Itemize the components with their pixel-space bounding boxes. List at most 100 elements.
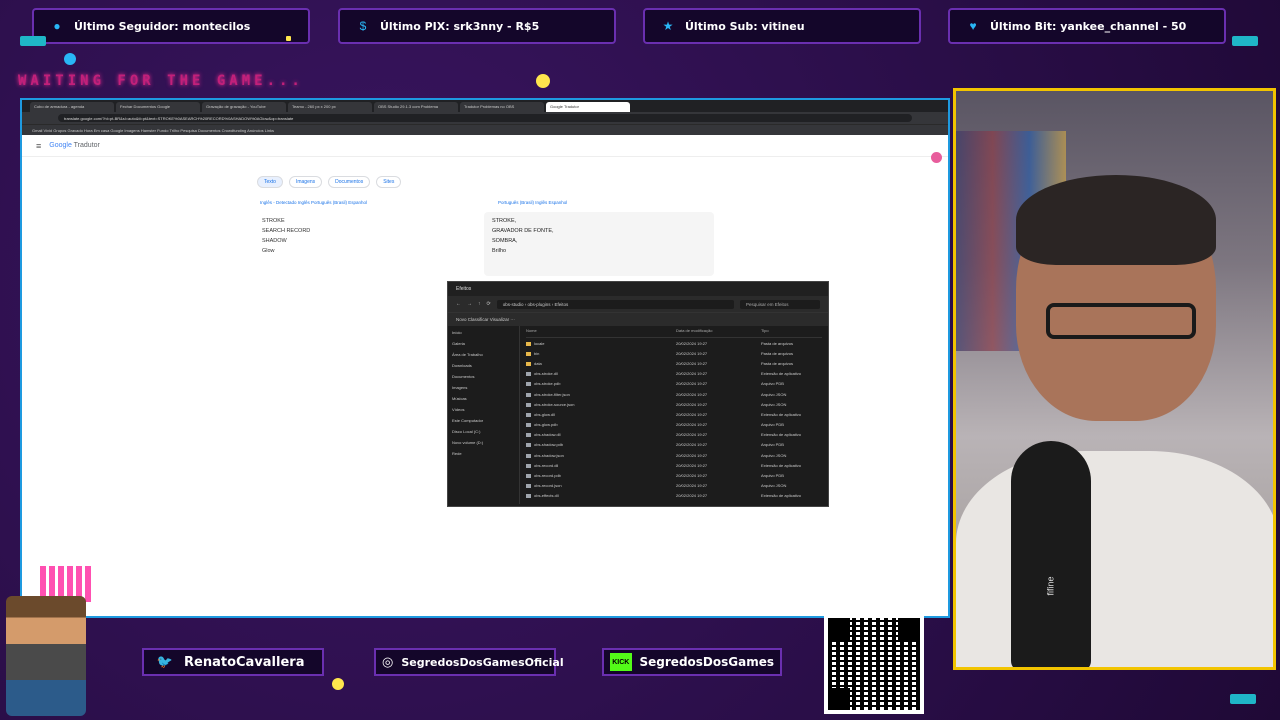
file-row[interactable]: obs-stroke-filter.json 20/02/2024 19:27 Ar… (526, 389, 822, 399)
sidebar-item[interactable]: Novo volume (D:) (452, 440, 515, 451)
file-date: 20/02/2024 19:27 (676, 483, 708, 489)
last-pix-text: Último PIX: srk3nny - R$5 (380, 19, 540, 33)
google-translate-logo[interactable]: Google Tradutor (49, 142, 100, 149)
kick-card: KICK SegredosDosGames (602, 648, 782, 676)
decor-button (1230, 694, 1256, 704)
back-arrow-icon[interactable]: ← (456, 301, 461, 307)
decor-button (20, 36, 46, 46)
file-name: obs-stroke.dll (526, 371, 676, 377)
decor-dot (286, 36, 291, 41)
file-row[interactable]: obs-record.dll 20/02/2024 19:27 Extensão d… (526, 460, 822, 470)
file-date: 20/02/2024 19:27 (676, 411, 708, 417)
column-name[interactable]: Nome (526, 328, 676, 337)
file-type: Extensão de aplicativo (761, 371, 802, 377)
decor-dot (64, 53, 76, 65)
pixel-character-avatar (6, 596, 86, 716)
file-name: obs-shadow.pdb (526, 442, 676, 448)
source-line: SHADOW (262, 238, 287, 244)
explorer-path[interactable]: obs-studio › obs-plugins › Efeitos (496, 299, 734, 309)
browser-tab[interactable]: Teamo - 260 px x 200 px (288, 102, 372, 112)
sidebar-item[interactable]: Imagens (452, 385, 515, 396)
file-row[interactable]: obs-shadow.json 20/02/2024 19:27 Arquivo J… (526, 450, 822, 460)
browser-tab[interactable]: Cobo de armadura - agenda (30, 102, 114, 112)
file-row[interactable]: obs-record.json 20/02/2024 19:27 Arquivo J… (526, 481, 822, 491)
file-name: obs-record.dll (526, 463, 676, 468)
heart-icon: ♥ (969, 19, 977, 33)
explorer-search-input[interactable]: Pesquisar em Efeitos (740, 299, 820, 309)
mode-text[interactable]: Texto (257, 176, 283, 188)
target-line: Brilho (492, 248, 507, 254)
file-row[interactable]: bin 20/02/2024 19:27 Pasta de arquivos (526, 348, 822, 358)
last-sub-text: Último Sub: vitineu (685, 19, 805, 33)
column-type[interactable]: Tipo (761, 328, 769, 337)
bookmarks-bar[interactable]: Gmail Vivid Grupos Gravado Hora Em casa … (22, 124, 948, 135)
explorer-title: Efeitos (448, 282, 828, 296)
forward-arrow-icon[interactable]: → (467, 301, 472, 307)
file-type: Extensão de aplicativo (761, 411, 802, 417)
qr-code[interactable] (824, 614, 924, 714)
file-row[interactable]: obs-stroke.pdb 20/02/2024 19:27 Arquivo PD… (526, 379, 822, 389)
browser-tab-active[interactable]: Google Tradutor (546, 102, 630, 112)
sidebar-item[interactable]: Músicas (452, 396, 515, 407)
browser-tab[interactable]: Fechar Documentos Google (116, 102, 200, 112)
streamer-hair (1016, 175, 1216, 265)
mode-images[interactable]: Imagens (288, 176, 323, 188)
last-follower-text: Último Seguidor: montecilos (74, 19, 251, 33)
sidebar-item[interactable]: Downloads (452, 363, 515, 374)
target-language-selector[interactable]: Português (Brasil) Inglês Espanhol (498, 200, 567, 205)
translate-modes: Texto Imagens Documentos Sites (257, 176, 402, 188)
explorer-toolbar[interactable]: Novo Classificar Visualizar ··· (448, 312, 828, 326)
file-row[interactable]: data 20/02/2024 19:27 Pasta de arquivos (526, 358, 822, 368)
user-icon: ● (53, 19, 61, 33)
file-type: Arquivo PDB (761, 442, 784, 448)
last-sub-card: ★ Último Sub: vitineu (643, 8, 921, 44)
browser-tab[interactable]: Gravação de gravação - YouTube (202, 102, 286, 112)
mode-sites[interactable]: Sites (376, 176, 402, 188)
url-input[interactable]: translate.google.com/?hl=pt-BR&sl=auto&t… (58, 114, 912, 122)
sidebar-item[interactable]: Este Computador (452, 418, 515, 429)
refresh-icon[interactable]: ⟳ (487, 301, 491, 307)
source-language-selector[interactable]: Inglês - Detectado Inglês Português (Bra… (260, 200, 367, 205)
source-text-input[interactable]: STROKE SEARCH RECORD SHADOW Glow (256, 212, 482, 276)
file-name: data (526, 361, 676, 366)
file-row[interactable]: locale 20/02/2024 19:27 Pasta de arquivos (526, 338, 822, 348)
file-type: Pasta de arquivos (761, 360, 794, 366)
column-date[interactable]: Data de modificação (676, 328, 761, 337)
file-row[interactable]: obs-stroke.dll 20/02/2024 19:27 Extensão d… (526, 369, 822, 379)
browser-tab[interactable]: Tradutor Problemas no OBS (460, 102, 544, 112)
avatar[interactable] (931, 152, 942, 163)
explorer-nav: ← → ↑ ⟳ obs-studio › obs-plugins › Efeit… (448, 296, 828, 312)
browser-tab[interactable]: OBS Studio 29.1.3 com Problema (374, 102, 458, 112)
file-type: Arquivo JSON (761, 483, 787, 489)
file-date: 20/02/2024 19:27 (676, 452, 708, 458)
file-row[interactable]: obs-glow.dll 20/02/2024 19:27 Extensão de … (526, 409, 822, 419)
file-row[interactable]: obs-stroke-source.json 20/02/2024 19:27 Ar… (526, 399, 822, 409)
file-date: 20/02/2024 19:27 (676, 432, 708, 438)
file-row[interactable]: obs-shadow.pdb 20/02/2024 19:27 Arquivo PD… (526, 440, 822, 450)
instagram-icon: ◎ (382, 654, 394, 669)
explorer-file-list: Nome Data de modificação Tipo locale 20/0… (520, 326, 828, 504)
file-explorer-window: Efeitos ← → ↑ ⟳ obs-studio › obs-plugins… (447, 281, 829, 507)
microphone (1011, 441, 1091, 667)
mode-documents[interactable]: Documentos (328, 176, 371, 188)
file-row[interactable]: obs-record.pdb 20/02/2024 19:27 Arquivo PD… (526, 470, 822, 480)
file-name: obs-glow.pdb (526, 422, 676, 428)
file-row[interactable]: obs-shadow.dll 20/02/2024 19:27 Extensão d… (526, 430, 822, 440)
file-row[interactable]: obs-effects.dll 20/02/2024 19:27 Extensão … (526, 491, 822, 501)
up-arrow-icon[interactable]: ↑ (478, 301, 481, 307)
sidebar-item[interactable]: Disco Local (C:) (452, 429, 515, 440)
sidebar-item[interactable]: Início (452, 330, 515, 341)
sidebar-item[interactable]: Documentos (452, 374, 515, 385)
file-date: 20/02/2024 19:27 (676, 401, 708, 407)
file-type: Arquivo PDB (761, 422, 784, 428)
sidebar-item[interactable]: Vídeos (452, 407, 515, 418)
file-date: 20/02/2024 19:27 (676, 340, 708, 346)
sidebar-item[interactable]: Área de Trabalho (452, 352, 515, 363)
file-row[interactable]: obs-glow.pdb 20/02/2024 19:27 Arquivo PDB (526, 420, 822, 430)
hamburger-menu-icon[interactable]: ≡ (36, 141, 41, 151)
sidebar-item[interactable]: Galeria (452, 341, 515, 352)
file-rows: locale 20/02/2024 19:27 Pasta de arquivos b… (526, 338, 822, 501)
sidebar-item[interactable]: Rede (452, 451, 515, 462)
file-date: 20/02/2024 19:27 (676, 473, 708, 479)
mic-brand: fifine (1045, 576, 1056, 596)
